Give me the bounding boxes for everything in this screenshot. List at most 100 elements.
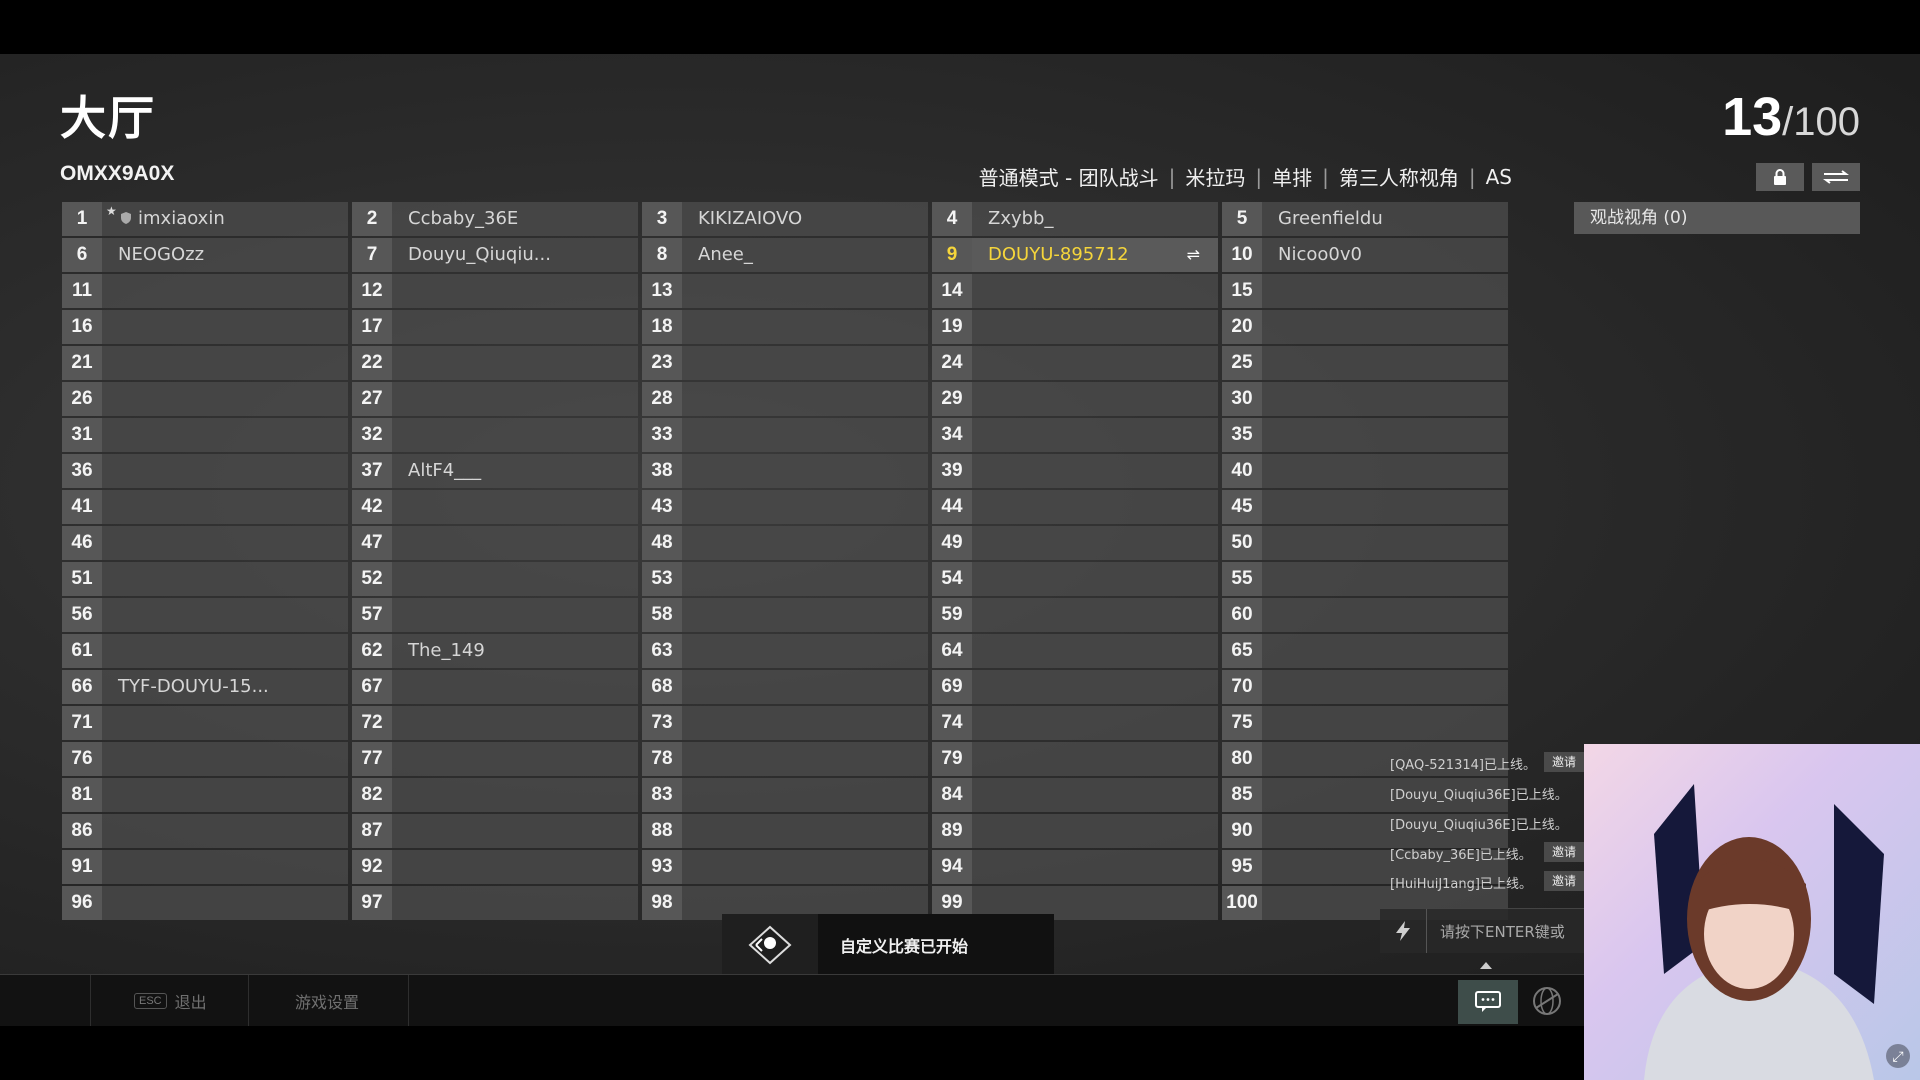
slot-63[interactable]: 63 [642, 634, 928, 668]
slot-34[interactable]: 34 [932, 418, 1218, 452]
slot-25[interactable]: 25 [1222, 346, 1508, 380]
slot-45[interactable]: 45 [1222, 490, 1508, 524]
slot-84[interactable]: 84 [932, 778, 1218, 812]
slot-31[interactable]: 31 [62, 418, 348, 452]
slot-4[interactable]: 4 Zxybb_ [932, 202, 1218, 236]
slot-49[interactable]: 49 [932, 526, 1218, 560]
slot-8[interactable]: 8 Anee_ [642, 238, 928, 272]
slot-81[interactable]: 81 [62, 778, 348, 812]
slot-35[interactable]: 35 [1222, 418, 1508, 452]
slot-64[interactable]: 64 [932, 634, 1218, 668]
slot-36[interactable]: 36 [62, 454, 348, 488]
slot-74[interactable]: 74 [932, 706, 1218, 740]
swap-slot-icon[interactable]: ⇌ [1187, 245, 1200, 265]
slot-92[interactable]: 92 [352, 850, 638, 884]
slot-20[interactable]: 20 [1222, 310, 1508, 344]
slot-21[interactable]: 21 [62, 346, 348, 380]
slot-82[interactable]: 82 [352, 778, 638, 812]
slot-78[interactable]: 78 [642, 742, 928, 776]
slot-89[interactable]: 89 [932, 814, 1218, 848]
slot-41[interactable]: 41 [62, 490, 348, 524]
slot-53[interactable]: 53 [642, 562, 928, 596]
slot-37[interactable]: 37 AltF4___ [352, 454, 638, 488]
slot-59[interactable]: 59 [932, 598, 1218, 632]
slot-52[interactable]: 52 [352, 562, 638, 596]
slot-19[interactable]: 19 [932, 310, 1218, 344]
slot-23[interactable]: 23 [642, 346, 928, 380]
slot-56[interactable]: 56 [62, 598, 348, 632]
slot-1[interactable]: 1 ★ imxiaoxin [62, 202, 348, 236]
slot-97[interactable]: 97 [352, 886, 638, 920]
expand-icon[interactable]: ⤢ [1886, 1044, 1910, 1068]
slot-32[interactable]: 32 [352, 418, 638, 452]
slot-7[interactable]: 7 Douyu_Qiuqiu... [352, 238, 638, 272]
slot-13[interactable]: 13 [642, 274, 928, 308]
slot-47[interactable]: 47 [352, 526, 638, 560]
slot-67[interactable]: 67 [352, 670, 638, 704]
slot-69[interactable]: 69 [932, 670, 1218, 704]
slot-18[interactable]: 18 [642, 310, 928, 344]
slot-17[interactable]: 17 [352, 310, 638, 344]
chat-input[interactable]: 请按下ENTER键或 [1380, 908, 1590, 953]
slot-91[interactable]: 91 [62, 850, 348, 884]
slot-29[interactable]: 29 [932, 382, 1218, 416]
slot-58[interactable]: 58 [642, 598, 928, 632]
slot-42[interactable]: 42 [352, 490, 638, 524]
chat-expand-caret[interactable] [1480, 962, 1492, 969]
slot-73[interactable]: 73 [642, 706, 928, 740]
slot-51[interactable]: 51 [62, 562, 348, 596]
slot-12[interactable]: 12 [352, 274, 638, 308]
slot-39[interactable]: 39 [932, 454, 1218, 488]
slot-75[interactable]: 75 [1222, 706, 1508, 740]
slot-96[interactable]: 96 [62, 886, 348, 920]
slot-87[interactable]: 87 [352, 814, 638, 848]
slot-50[interactable]: 50 [1222, 526, 1508, 560]
slot-94[interactable]: 94 [932, 850, 1218, 884]
exit-button[interactable]: ESC 退出 [134, 975, 207, 1026]
slot-86[interactable]: 86 [62, 814, 348, 848]
slot-61[interactable]: 61 [62, 634, 348, 668]
swap-button[interactable] [1812, 163, 1860, 191]
slot-71[interactable]: 71 [62, 706, 348, 740]
slot-62[interactable]: 62 The_149 [352, 634, 638, 668]
slot-55[interactable]: 55 [1222, 562, 1508, 596]
slot-70[interactable]: 70 [1222, 670, 1508, 704]
slot-40[interactable]: 40 [1222, 454, 1508, 488]
slot-9[interactable]: 9 DOUYU-895712 ⇌ [932, 238, 1218, 272]
invite-button[interactable]: 邀请 [1544, 752, 1584, 772]
globe-icon[interactable] [1532, 986, 1562, 1016]
slot-16[interactable]: 16 [62, 310, 348, 344]
slot-77[interactable]: 77 [352, 742, 638, 776]
invite-button[interactable]: 邀请 [1544, 842, 1584, 862]
game-settings-button[interactable]: 游戏设置 [295, 975, 359, 1026]
slot-68[interactable]: 68 [642, 670, 928, 704]
slot-24[interactable]: 24 [932, 346, 1218, 380]
slot-38[interactable]: 38 [642, 454, 928, 488]
slot-88[interactable]: 88 [642, 814, 928, 848]
lightning-icon[interactable] [1380, 909, 1427, 953]
slot-48[interactable]: 48 [642, 526, 928, 560]
slot-83[interactable]: 83 [642, 778, 928, 812]
slot-43[interactable]: 43 [642, 490, 928, 524]
slot-26[interactable]: 26 [62, 382, 348, 416]
slot-3[interactable]: 3 KIKIZAIOVO [642, 202, 928, 236]
slot-22[interactable]: 22 [352, 346, 638, 380]
slot-30[interactable]: 30 [1222, 382, 1508, 416]
slot-66[interactable]: 66 TYF-DOUYU-15... [62, 670, 348, 704]
spectator-slot[interactable]: 观战视角 (0) [1574, 202, 1860, 234]
slot-93[interactable]: 93 [642, 850, 928, 884]
slot-6[interactable]: 6 NEOGOzz [62, 238, 348, 272]
slot-79[interactable]: 79 [932, 742, 1218, 776]
invite-button[interactable]: 邀请 [1544, 871, 1584, 891]
slot-57[interactable]: 57 [352, 598, 638, 632]
lock-button[interactable] [1756, 163, 1804, 191]
slot-72[interactable]: 72 [352, 706, 638, 740]
slot-76[interactable]: 76 [62, 742, 348, 776]
slot-2[interactable]: 2 Ccbaby_36E [352, 202, 638, 236]
slot-15[interactable]: 15 [1222, 274, 1508, 308]
slot-5[interactable]: 5 Greenfieldu [1222, 202, 1508, 236]
slot-14[interactable]: 14 [932, 274, 1218, 308]
slot-10[interactable]: 10 Nicoo0v0 [1222, 238, 1508, 272]
slot-28[interactable]: 28 [642, 382, 928, 416]
slot-65[interactable]: 65 [1222, 634, 1508, 668]
